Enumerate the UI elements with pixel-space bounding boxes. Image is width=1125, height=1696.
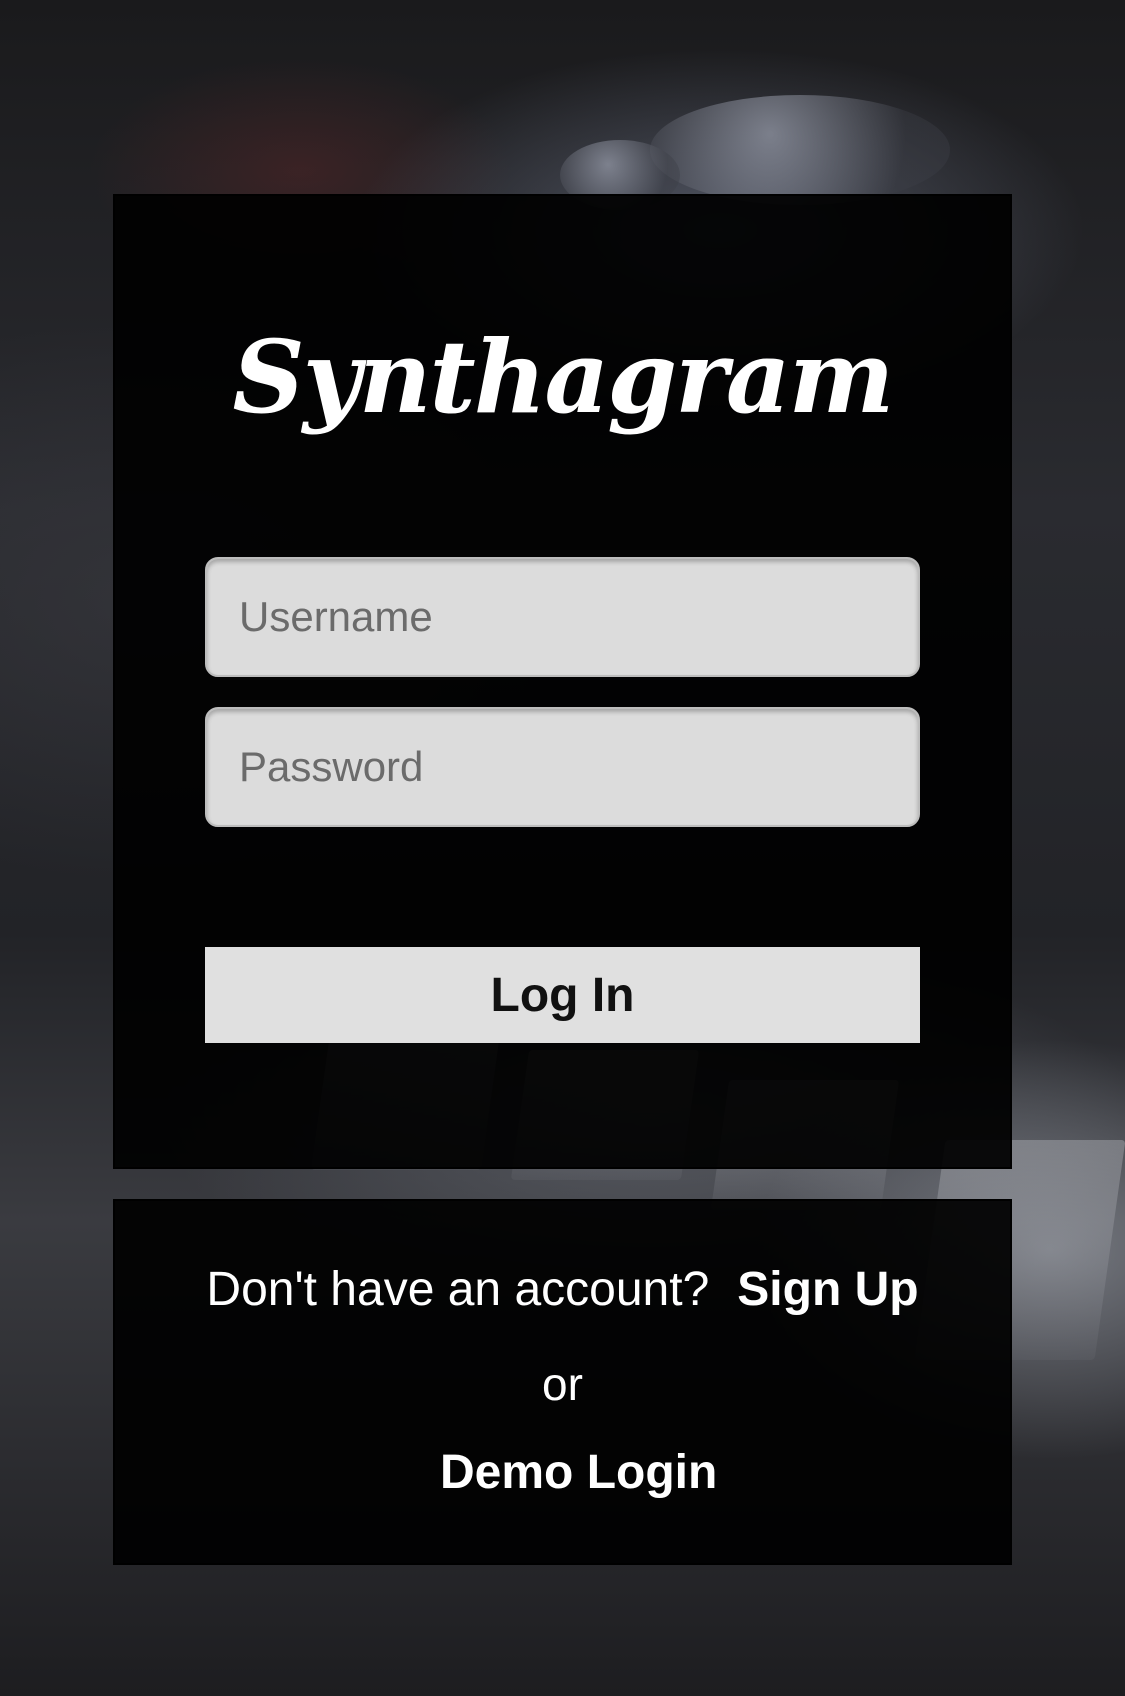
- signup-prompt-text: Don't have an account?: [206, 1263, 710, 1316]
- signup-link[interactable]: Sign Up: [737, 1263, 918, 1316]
- demo-login-link[interactable]: Demo Login: [440, 1445, 717, 1500]
- password-input[interactable]: [205, 707, 920, 827]
- login-button[interactable]: Log In: [205, 947, 920, 1043]
- or-separator: or: [542, 1358, 583, 1410]
- username-input[interactable]: [205, 557, 920, 677]
- signup-prompt-row: Don't have an account? Sign Up: [0, 1262, 1125, 1317]
- app-logo: Synthagram: [232, 318, 895, 436]
